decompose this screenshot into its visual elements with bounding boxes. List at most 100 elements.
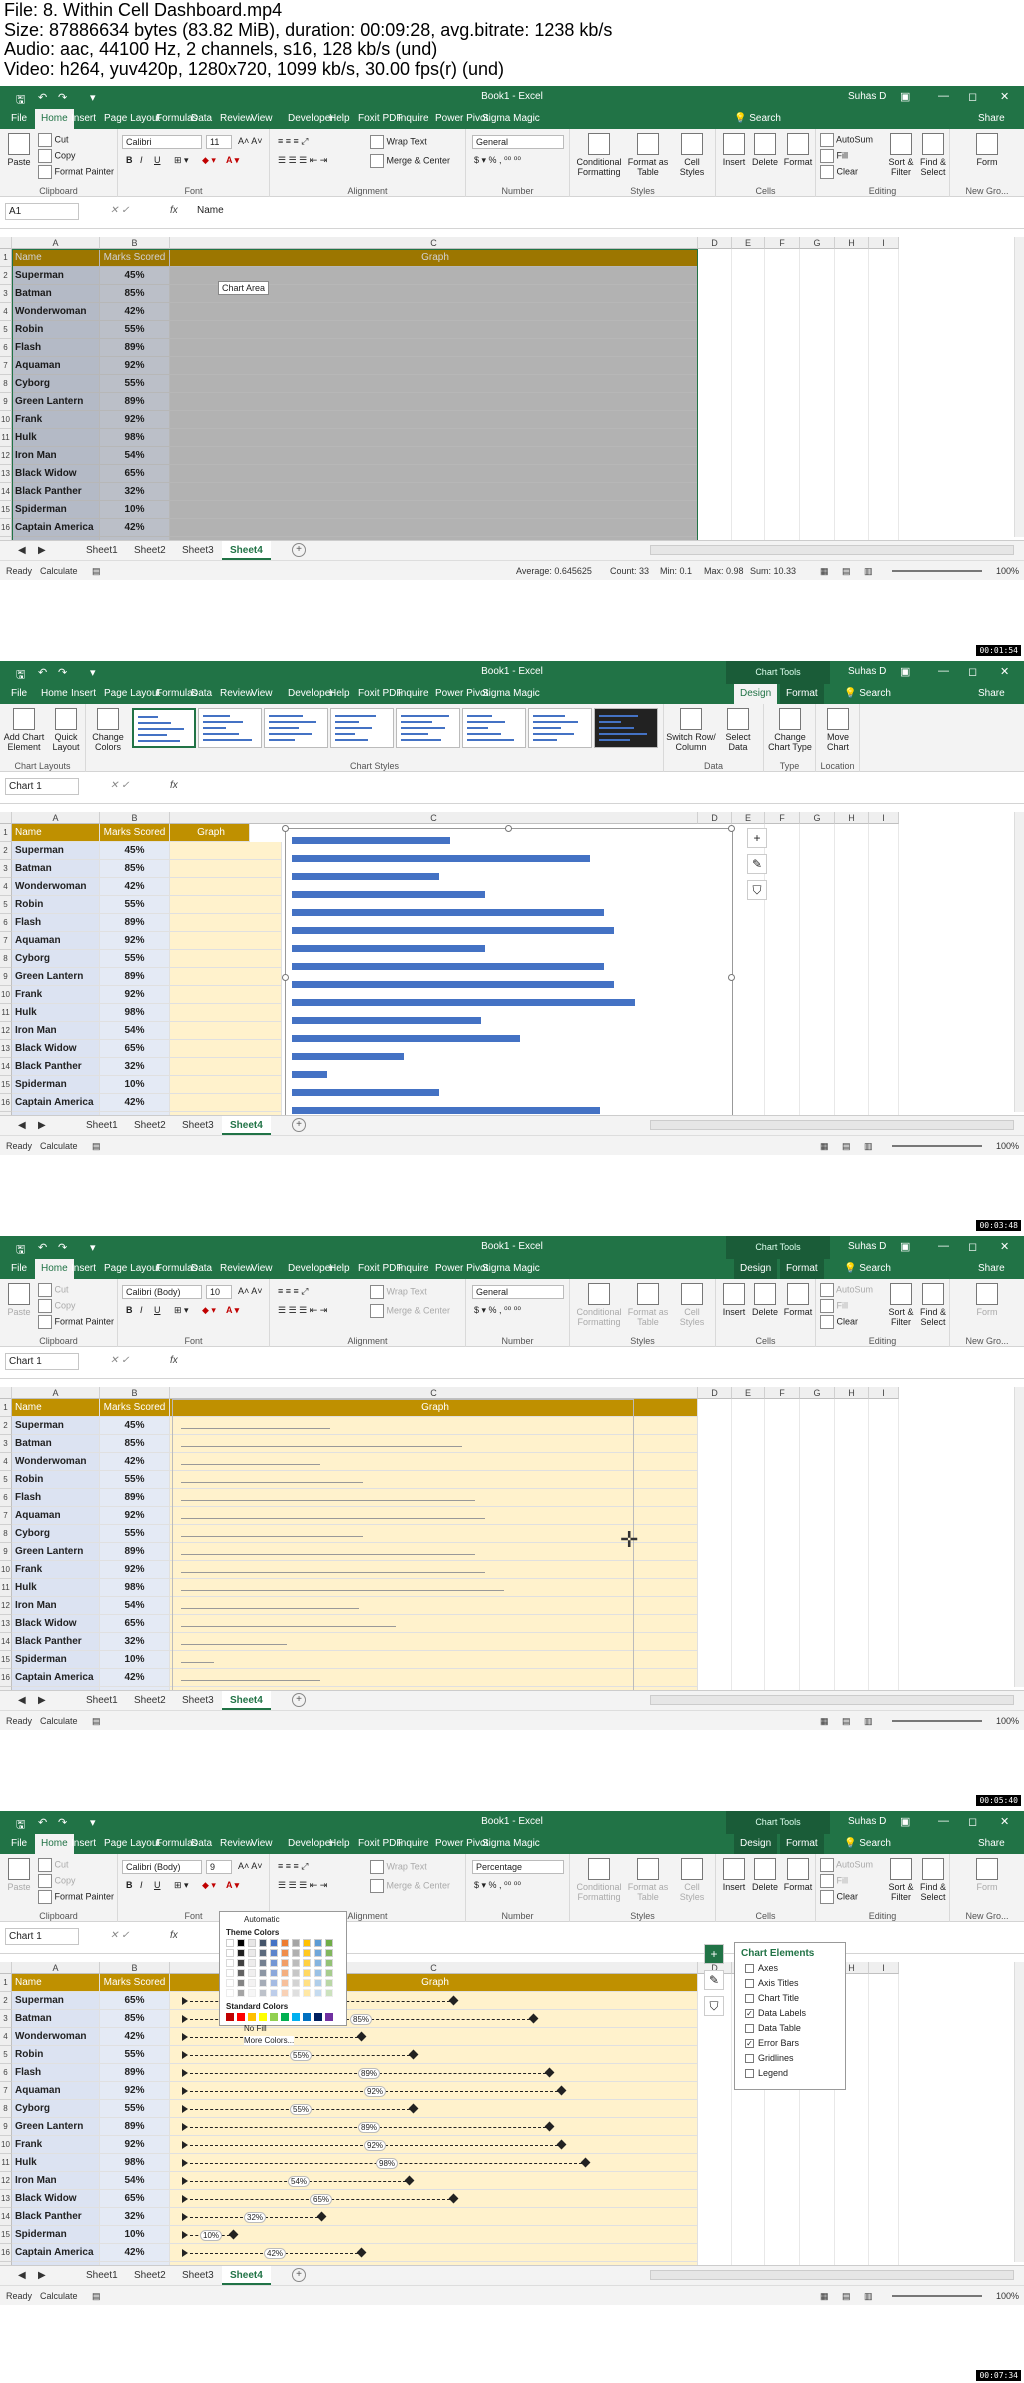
row-header[interactable]: 8: [0, 2100, 12, 2118]
vertical-scrollbar[interactable]: [1014, 1387, 1024, 1687]
tab-sigma-magic[interactable]: Sigma Magic: [476, 684, 546, 704]
zoom-slider[interactable]: [892, 2295, 982, 2297]
row-header[interactable]: 2: [0, 1417, 12, 1435]
sheet-tab-sheet3[interactable]: Sheet3: [174, 1116, 222, 1135]
chart-bar[interactable]: [292, 1017, 481, 1024]
font-grow-shrink-icons[interactable]: A˄ A˅: [238, 1861, 263, 1871]
chart-bar-thin[interactable]: [181, 1662, 214, 1663]
chart-bar-thin[interactable]: [181, 1644, 287, 1645]
color-swatch[interactable]: [259, 1939, 267, 1947]
tab-format[interactable]: Format: [780, 1259, 824, 1279]
conditional-formatting-button[interactable]: Conditional Formatting: [574, 1858, 624, 1902]
marks-cell[interactable]: 65%: [100, 1615, 170, 1633]
tab-sigma-magic[interactable]: Sigma Magic: [476, 1834, 546, 1854]
form-button[interactable]: Form: [972, 133, 1002, 167]
row-header[interactable]: 3: [0, 285, 12, 303]
horizontal-scrollbar[interactable]: [650, 1695, 1014, 1705]
column-header-A[interactable]: A: [12, 1962, 100, 1974]
row-header[interactable]: 5: [0, 896, 12, 914]
insert-cells-button[interactable]: Insert: [720, 1858, 748, 1892]
cancel-confirm-icons[interactable]: ✕ ✓: [110, 1355, 130, 1366]
move-chart-button[interactable]: Move Chart: [818, 708, 858, 752]
marks-cell[interactable]: 89%: [100, 968, 170, 986]
sheet-tab-sheet4[interactable]: Sheet4: [222, 1116, 271, 1135]
color-swatch[interactable]: [281, 1989, 289, 1997]
row-header[interactable]: 9: [0, 393, 12, 411]
name-cell[interactable]: Batman: [12, 1435, 100, 1453]
merge-center-button[interactable]: Merge & Center: [370, 1304, 450, 1318]
marks-header-cell[interactable]: Marks Scored: [100, 1399, 170, 1417]
graph-cell[interactable]: [170, 1022, 282, 1040]
vertical-scrollbar[interactable]: [1014, 812, 1024, 1112]
chart-bar[interactable]: [292, 855, 590, 862]
name-box[interactable]: Chart 1: [5, 778, 79, 795]
tab-file[interactable]: File: [5, 1259, 33, 1279]
chart-element-option[interactable]: ✓ Data Labels: [745, 2008, 806, 2019]
marks-cell[interactable]: 10%: [100, 1651, 170, 1669]
name-cell[interactable]: Frank: [12, 2136, 100, 2154]
column-header-H[interactable]: H: [835, 237, 869, 249]
column-header-I[interactable]: I: [869, 1387, 899, 1399]
color-swatch[interactable]: [237, 1949, 245, 1957]
chart-bar-thin[interactable]: [181, 1590, 505, 1591]
sheet-tab-sheet1[interactable]: Sheet1: [78, 2266, 126, 2285]
color-swatch[interactable]: [237, 1959, 245, 1967]
column-header-H[interactable]: H: [835, 1387, 869, 1399]
marks-cell[interactable]: 92%: [100, 986, 170, 1004]
graph-cell[interactable]: [170, 986, 282, 1004]
marks-cell[interactable]: 54%: [100, 2172, 170, 2190]
row-header[interactable]: 4: [0, 878, 12, 896]
chart-bar[interactable]: [292, 1035, 520, 1042]
normal-view-icon[interactable]: ▦: [820, 1716, 829, 1727]
number-format-icons[interactable]: $ ▾ % , ⁰⁰ ⁰⁰: [474, 155, 521, 166]
color-swatch[interactable]: [281, 1959, 289, 1967]
chart-bar[interactable]: [292, 837, 450, 844]
maximize-icon[interactable]: ◻: [968, 665, 977, 678]
checkbox[interactable]: ✓: [745, 2009, 754, 2019]
marks-cell[interactable]: 92%: [100, 2082, 170, 2100]
graph-cell[interactable]: [170, 1094, 282, 1112]
row-header[interactable]: 15: [0, 1651, 12, 1669]
tab-help[interactable]: Help: [323, 1259, 356, 1279]
data-label[interactable]: 55%: [290, 2050, 313, 2061]
marks-cell[interactable]: 10%: [100, 2226, 170, 2244]
chart-styles-brush-icon[interactable]: ✎: [704, 1970, 724, 1990]
name-box[interactable]: Chart 1: [5, 1928, 79, 1945]
page-layout-view-icon[interactable]: ▤: [842, 1716, 851, 1727]
marks-cell[interactable]: 89%: [100, 1543, 170, 1561]
row-header[interactable]: 8: [0, 375, 12, 393]
paste-button[interactable]: Paste: [6, 1283, 32, 1317]
tell-me-search[interactable]: 💡 Search: [844, 688, 891, 699]
marks-cell[interactable]: 98%: [100, 1004, 170, 1022]
macro-record-icon[interactable]: ▤: [92, 1141, 101, 1152]
marks-cell[interactable]: 89%: [100, 2118, 170, 2136]
column-header-I[interactable]: I: [869, 1962, 899, 1974]
name-box[interactable]: A1: [5, 203, 79, 220]
marks-cell[interactable]: 55%: [100, 2100, 170, 2118]
row-header[interactable]: 4: [0, 303, 12, 321]
share-button[interactable]: Share: [978, 1263, 1005, 1274]
row-header[interactable]: 14: [0, 1058, 12, 1076]
find-select-button[interactable]: Find & Select: [918, 133, 948, 177]
sort-filter-button[interactable]: Sort & Filter: [886, 1283, 916, 1327]
name-cell[interactable]: Green Lantern: [12, 968, 100, 986]
new-sheet-icon[interactable]: +: [292, 1118, 306, 1132]
row-header[interactable]: 12: [0, 447, 12, 465]
name-cell[interactable]: Aquaman: [12, 1507, 100, 1525]
chart-style-thumbnail[interactable]: [396, 708, 460, 748]
tab-sigma-magic[interactable]: Sigma Magic: [476, 1259, 546, 1279]
form-button[interactable]: Form: [972, 1283, 1002, 1317]
cell-styles-button[interactable]: Cell Styles: [672, 133, 712, 177]
color-swatch[interactable]: [303, 2013, 311, 2021]
color-swatch[interactable]: [303, 1989, 311, 1997]
conditional-formatting-button[interactable]: Conditional Formatting: [574, 133, 624, 177]
fill-color-icon[interactable]: ◆ ▾: [202, 1880, 216, 1891]
formula-value[interactable]: Name: [197, 205, 224, 216]
name-cell[interactable]: Hulk: [12, 2154, 100, 2172]
column-header-H[interactable]: H: [835, 812, 869, 824]
color-swatch[interactable]: [314, 2013, 322, 2021]
column-header-E[interactable]: E: [732, 812, 765, 824]
maximize-icon[interactable]: ◻: [968, 1240, 977, 1253]
marks-cell[interactable]: 42%: [100, 1453, 170, 1471]
close-icon[interactable]: ✕: [1000, 665, 1009, 678]
